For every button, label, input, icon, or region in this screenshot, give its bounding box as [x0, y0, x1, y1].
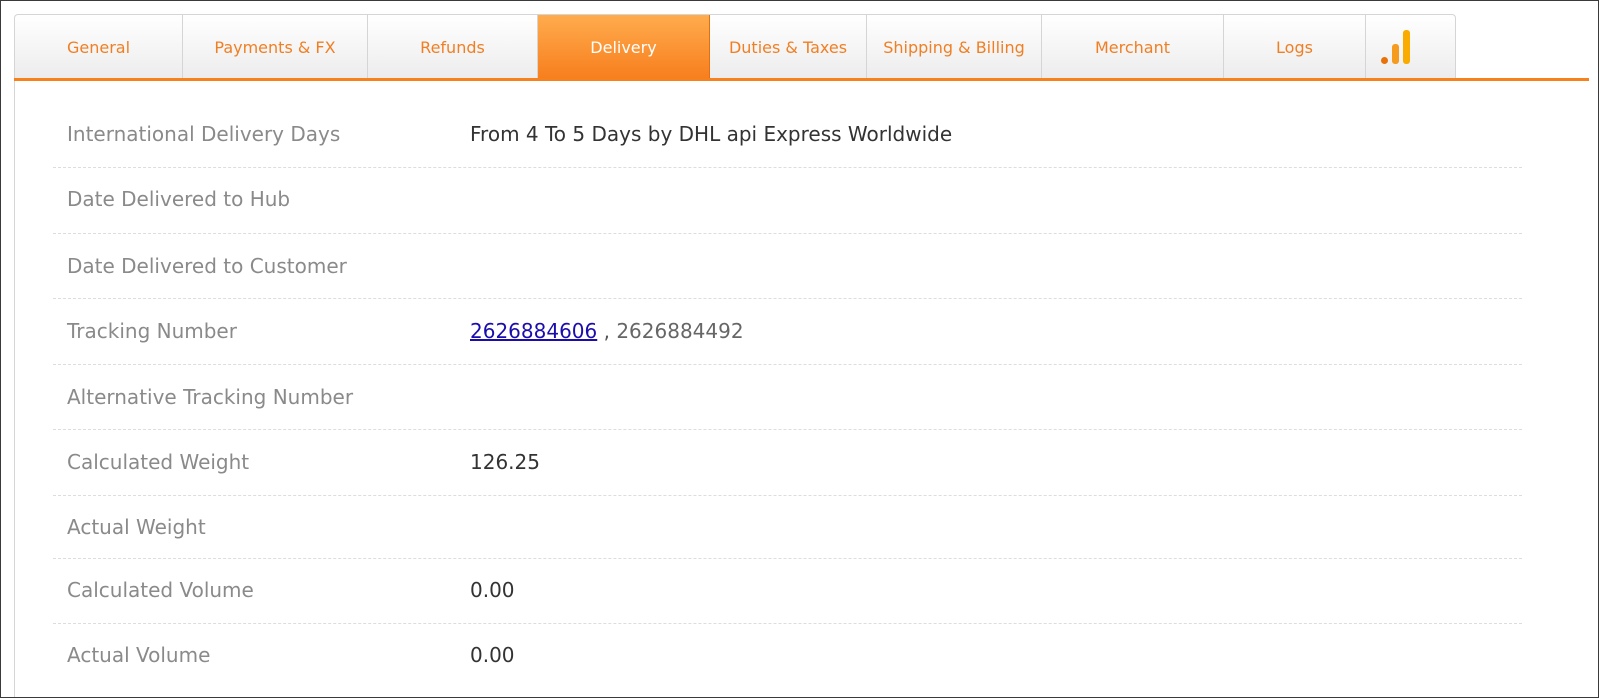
tab-refunds[interactable]: Refunds — [368, 15, 538, 79]
field-label: Actual Volume — [67, 643, 211, 667]
row-alternative-tracking-number: Alternative Tracking Number — [53, 365, 1522, 430]
order-details-panel: General Payments & FX Refunds Delivery D… — [14, 14, 1590, 697]
tab-shipping-billing[interactable]: Shipping & Billing — [867, 15, 1042, 79]
row-date-delivered-to-customer: Date Delivered to Customer — [53, 234, 1522, 299]
tab-duties-taxes[interactable]: Duties & Taxes — [710, 15, 867, 79]
row-calculated-volume: Calculated Volume 0.00 — [53, 559, 1522, 624]
analytics-bars-icon — [1381, 30, 1410, 64]
field-label: Date Delivered to Hub — [67, 187, 291, 211]
tab-payments-fx[interactable]: Payments & FX — [183, 15, 368, 79]
row-date-delivered-to-hub: Date Delivered to Hub — [53, 168, 1522, 234]
field-label: Alternative Tracking Number — [67, 385, 354, 409]
tracking-number-link[interactable]: 2626884606 — [470, 319, 597, 343]
tab-merchant[interactable]: Merchant — [1042, 15, 1224, 79]
field-value: 0.00 — [470, 643, 515, 667]
separator: , — [603, 319, 610, 343]
tab-bar: General Payments & FX Refunds Delivery D… — [14, 14, 1456, 79]
field-value: 0.00 — [470, 578, 515, 602]
tab-general[interactable]: General — [15, 15, 183, 79]
row-actual-volume: Actual Volume 0.00 — [53, 624, 1522, 694]
window-frame: General Payments & FX Refunds Delivery D… — [0, 0, 1599, 698]
tab-delivery[interactable]: Delivery — [538, 15, 710, 79]
tracking-number-secondary: 2626884492 — [616, 319, 744, 343]
row-international-delivery-days: International Delivery Days From 4 To 5 … — [53, 101, 1522, 168]
field-label: International Delivery Days — [67, 122, 341, 146]
field-label: Calculated Volume — [67, 578, 254, 602]
row-calculated-weight: Calculated Weight 126.25 — [53, 430, 1522, 496]
tab-logs[interactable]: Logs — [1224, 15, 1366, 79]
tab-analytics[interactable] — [1366, 15, 1425, 79]
field-value: 126.25 — [470, 450, 540, 474]
delivery-details: International Delivery Days From 4 To 5 … — [14, 81, 1590, 697]
row-tracking-number: Tracking Number 2626884606 , 2626884492 — [53, 299, 1522, 365]
row-actual-weight: Actual Weight — [53, 496, 1522, 559]
field-label: Date Delivered to Customer — [67, 254, 347, 278]
field-label: Calculated Weight — [67, 450, 250, 474]
field-label: Tracking Number — [67, 319, 237, 343]
field-label: Actual Weight — [67, 515, 206, 539]
field-value: From 4 To 5 Days by DHL api Express Worl… — [470, 122, 953, 146]
tracking-number-values: 2626884606 , 2626884492 — [470, 319, 744, 343]
